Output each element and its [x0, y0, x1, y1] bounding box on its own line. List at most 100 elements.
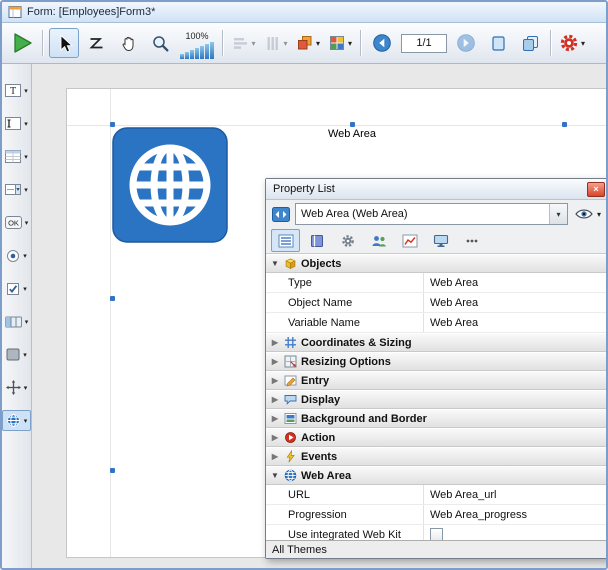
zoom-bar[interactable] — [190, 50, 194, 59]
zoom-bar[interactable] — [210, 42, 214, 59]
zoom-bar[interactable] — [180, 54, 184, 59]
section-web-area[interactable]: ▼Web Area — [266, 466, 608, 485]
webkit-checkbox[interactable] — [430, 528, 443, 540]
input-tool-icon — [5, 117, 21, 130]
object-selector[interactable]: Web Area (Web Area) ▾ — [295, 203, 568, 225]
dropdown-arrow-icon: ▾ — [23, 351, 27, 359]
property-value[interactable]: Web Area — [424, 273, 608, 292]
button-tool-button[interactable]: OK▾ — [2, 212, 31, 233]
color-button[interactable]: ▾ — [325, 28, 355, 58]
select-tool-button[interactable] — [49, 28, 79, 58]
tab-forms[interactable] — [302, 229, 331, 252]
add-page-button[interactable] — [483, 28, 513, 58]
section-display[interactable]: ▶Display — [266, 390, 608, 409]
hand-tool-button[interactable] — [113, 28, 143, 58]
dropdown-arrow-icon: ▾ — [23, 285, 27, 293]
webarea-tool-button[interactable]: ▾ — [2, 410, 31, 431]
property-value[interactable]: Web Area_progress — [424, 505, 608, 524]
run-form-button[interactable] — [7, 28, 37, 58]
web-area-globe-icon — [112, 127, 228, 243]
expand-triangle-icon[interactable]: ▶ — [270, 395, 280, 404]
tab-users[interactable] — [364, 229, 393, 252]
combo-tool-button[interactable]: ▾ — [2, 179, 31, 200]
web-area-object[interactable] — [112, 127, 228, 243]
next-page-button[interactable] — [451, 28, 481, 58]
checkbox-tool-button[interactable]: ▾ — [2, 278, 31, 299]
expand-triangle-icon[interactable]: ▶ — [270, 452, 280, 461]
expand-triangle-icon[interactable]: ▶ — [270, 357, 280, 366]
property-row: Use integrated Web Kit — [266, 525, 608, 540]
selection-handle[interactable] — [350, 122, 355, 127]
expand-triangle-icon[interactable]: ▶ — [270, 376, 280, 385]
distribute-button[interactable]: ▾ — [261, 28, 291, 58]
play-icon — [10, 31, 34, 55]
property-label: Type — [266, 273, 424, 292]
tab-stats[interactable] — [395, 229, 424, 252]
expand-triangle-icon[interactable]: ▶ — [270, 414, 280, 423]
zoom-bar[interactable] — [205, 44, 209, 59]
selection-handle[interactable] — [110, 122, 115, 127]
section-action[interactable]: ▶Action — [266, 428, 608, 447]
expand-triangle-icon[interactable]: ▶ — [270, 338, 280, 347]
selection-handle[interactable] — [562, 122, 567, 127]
section-objects[interactable]: ▼Objects — [266, 254, 608, 273]
property-value[interactable]: Web Area_url — [424, 485, 608, 504]
property-value[interactable]: Web Area — [424, 293, 608, 312]
close-icon[interactable]: × — [587, 182, 605, 197]
section-entry[interactable]: ▶Entry — [266, 371, 608, 390]
selection-handle[interactable] — [110, 468, 115, 473]
buttonbar-tool-icon — [5, 316, 22, 328]
gear-icon — [559, 33, 579, 53]
text-tool-button[interactable]: T▾ — [2, 80, 31, 101]
object-kind-icon — [272, 207, 290, 222]
entry-icon — [284, 374, 297, 387]
dropdown-arrow-icon: ▾ — [24, 153, 28, 161]
page-list-button[interactable] — [515, 28, 545, 58]
globe-tool-icon — [6, 413, 21, 428]
dropdown-arrow-icon: ▾ — [24, 384, 28, 392]
rectangle-tool-button[interactable]: ▾ — [2, 344, 31, 365]
radio-tool-button[interactable]: ▾ — [2, 245, 31, 266]
zoom-bar[interactable] — [195, 48, 199, 59]
property-value[interactable]: Web Area — [424, 313, 608, 332]
tab-properties[interactable] — [271, 229, 300, 252]
zoom-bar[interactable] — [185, 52, 189, 59]
splitter-tool-button[interactable]: ▾ — [2, 377, 31, 398]
themes-footer[interactable]: All Themes — [266, 540, 608, 558]
events-icon — [284, 450, 297, 463]
property-value[interactable] — [424, 525, 608, 540]
property-label: Use integrated Web Kit — [266, 525, 424, 540]
zoom-level-widget[interactable]: 100% — [180, 27, 214, 59]
collapse-triangle-icon[interactable]: ▼ — [270, 471, 280, 480]
section-events[interactable]: ▶Events — [266, 447, 608, 466]
listbox-tool-button[interactable]: ▾ — [2, 146, 31, 167]
toolbar-separator — [222, 30, 224, 56]
object-order-button[interactable]: ▾ — [293, 28, 323, 58]
section-coordinates-sizing[interactable]: ▶Coordinates & Sizing — [266, 333, 608, 352]
collapse-triangle-icon[interactable]: ▼ — [270, 259, 280, 268]
form-settings-button[interactable]: ▾ — [557, 28, 587, 58]
selection-handle[interactable] — [110, 296, 115, 301]
previous-page-button[interactable] — [367, 28, 397, 58]
tab-more[interactable] — [457, 229, 486, 252]
zoom-bar[interactable] — [200, 46, 204, 59]
toolbar-separator — [42, 30, 44, 56]
expand-triangle-icon[interactable]: ▶ — [270, 433, 280, 442]
zoom-tool-button[interactable] — [145, 28, 175, 58]
property-list-titlebar[interactable]: Property List × — [266, 179, 608, 200]
align-button[interactable]: ▾ — [229, 28, 259, 58]
tab-display[interactable] — [426, 229, 455, 252]
draw-tool-button[interactable] — [81, 28, 111, 58]
property-row: URLWeb Area_url — [266, 485, 608, 505]
toolbar-separator — [360, 30, 362, 56]
input-tool-button[interactable]: ▾ — [2, 113, 31, 134]
visibility-button[interactable]: ▾ — [573, 207, 603, 221]
page-icon — [489, 34, 508, 53]
section-background-and-border[interactable]: ▶Background and Border — [266, 409, 608, 428]
tab-settings[interactable] — [333, 229, 362, 252]
nav-prev-icon — [372, 33, 392, 53]
distribute-icon — [264, 35, 281, 52]
buttonbar-tool-button[interactable]: ▾ — [2, 311, 31, 332]
section-resizing-options[interactable]: ▶Resizing Options — [266, 352, 608, 371]
chevron-down-icon[interactable]: ▾ — [549, 204, 567, 224]
